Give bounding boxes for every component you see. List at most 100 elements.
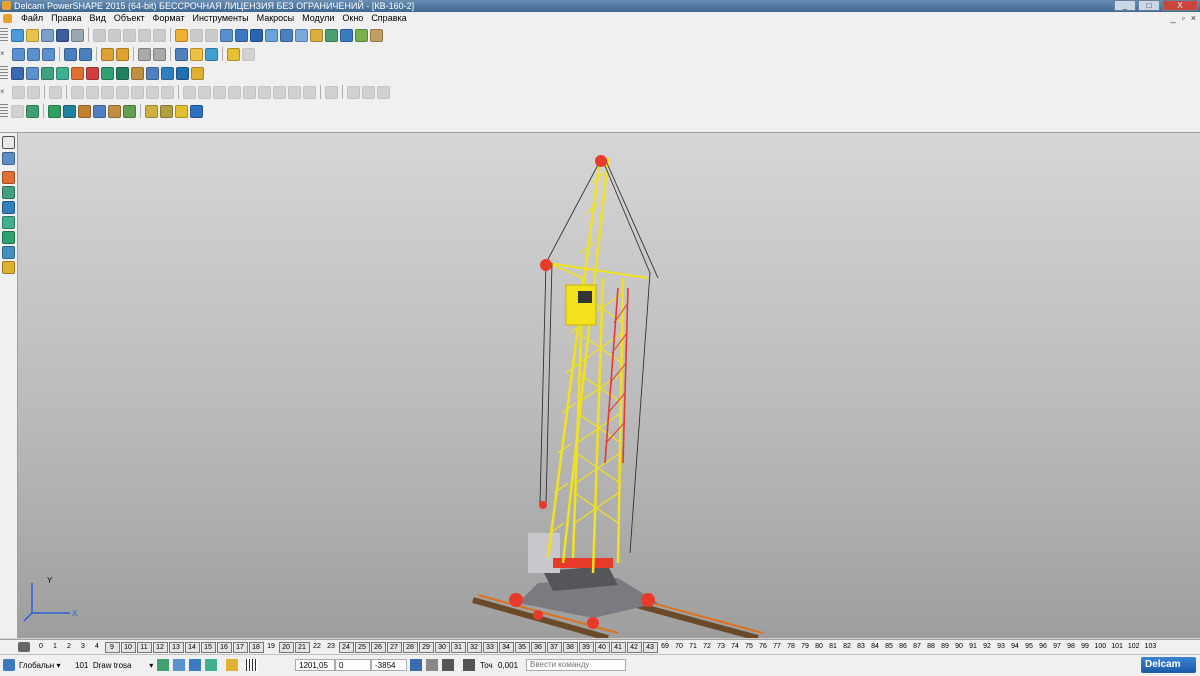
level-tab[interactable]: 40 bbox=[594, 641, 610, 653]
edit-b-icon[interactable] bbox=[27, 85, 40, 99]
level-tab[interactable]: 18 bbox=[248, 641, 264, 653]
level-tab[interactable]: 72 bbox=[701, 642, 714, 653]
graphics-viewport[interactable]: Y X bbox=[18, 133, 1200, 638]
level-tab[interactable]: 17 bbox=[232, 641, 248, 653]
level-icon[interactable] bbox=[11, 66, 24, 80]
coord-x-field[interactable]: 1201,05 bbox=[295, 659, 335, 671]
wireframe-icon[interactable] bbox=[340, 28, 353, 42]
sketch-icon[interactable] bbox=[250, 28, 263, 42]
edit-e-icon[interactable] bbox=[86, 85, 99, 99]
level-tab[interactable]: 41 bbox=[610, 641, 626, 653]
box-icon[interactable] bbox=[131, 66, 144, 80]
line-tool-icon[interactable] bbox=[2, 171, 15, 184]
curve-tool-icon[interactable] bbox=[2, 201, 15, 214]
menu-macros[interactable]: Макросы bbox=[253, 12, 299, 25]
level-tab[interactable]: 79 bbox=[799, 642, 812, 653]
position-icon[interactable] bbox=[442, 659, 454, 671]
snap-solid-icon[interactable] bbox=[205, 659, 217, 671]
mdi-minimize-button[interactable]: _ bbox=[1171, 12, 1176, 25]
rotate-icon[interactable] bbox=[175, 47, 188, 61]
level-tab[interactable]: 81 bbox=[827, 642, 840, 653]
mdi-restore-button[interactable]: ▫ bbox=[1182, 12, 1185, 25]
light-icon[interactable] bbox=[227, 47, 240, 61]
snap-icon[interactable] bbox=[310, 28, 323, 42]
level-tab[interactable]: 102 bbox=[1126, 642, 1142, 653]
print-icon[interactable] bbox=[71, 28, 84, 42]
open-icon[interactable] bbox=[26, 28, 39, 42]
solid-i-icon[interactable] bbox=[145, 104, 158, 118]
minimize-button[interactable]: _ bbox=[1114, 0, 1136, 11]
command-input[interactable] bbox=[526, 659, 626, 671]
level-tab[interactable]: 83 bbox=[855, 642, 868, 653]
shaded-icon[interactable] bbox=[325, 28, 338, 42]
solid-l-icon[interactable] bbox=[190, 104, 203, 118]
menu-file[interactable]: Файл bbox=[17, 12, 47, 25]
level-tab[interactable]: 4 bbox=[91, 642, 104, 653]
level-tab[interactable]: 26 bbox=[370, 641, 386, 653]
wizard-icon[interactable] bbox=[370, 28, 383, 42]
mesh-tool-icon[interactable] bbox=[2, 246, 15, 259]
delete-icon[interactable] bbox=[138, 28, 151, 42]
toolbar-close-icon[interactable]: × bbox=[0, 49, 9, 59]
edit-o-icon[interactable] bbox=[243, 85, 256, 99]
edit-s-icon[interactable] bbox=[303, 85, 316, 99]
level-tab[interactable]: 0 bbox=[35, 642, 48, 653]
menu-view[interactable]: Вид bbox=[86, 12, 110, 25]
level-tab[interactable]: 24 bbox=[338, 641, 354, 653]
level-tab[interactable]: 89 bbox=[939, 642, 952, 653]
level-tab[interactable]: 82 bbox=[841, 642, 854, 653]
level-tab[interactable]: 91 bbox=[967, 642, 980, 653]
level-tab[interactable]: 76 bbox=[757, 642, 770, 653]
edit-j-icon[interactable] bbox=[161, 85, 174, 99]
undo-icon[interactable] bbox=[175, 28, 188, 42]
grid-icon[interactable] bbox=[246, 659, 258, 671]
arc-tool-icon[interactable] bbox=[2, 186, 15, 199]
copy-icon[interactable] bbox=[108, 28, 121, 42]
solid-g-icon[interactable] bbox=[108, 104, 121, 118]
workplane-select[interactable]: Глобальн ▾ bbox=[19, 659, 60, 672]
wire-shade-icon[interactable] bbox=[205, 47, 218, 61]
principal-plane-icon[interactable] bbox=[226, 659, 238, 671]
level-tab[interactable]: 23 bbox=[325, 642, 338, 653]
calculator-icon[interactable] bbox=[426, 659, 438, 671]
solid-b-icon[interactable] bbox=[26, 104, 39, 118]
menu-format[interactable]: Формат bbox=[149, 12, 189, 25]
edit-i-icon[interactable] bbox=[146, 85, 159, 99]
new-icon[interactable] bbox=[11, 28, 24, 42]
level-tab[interactable]: 98 bbox=[1065, 642, 1078, 653]
edit-d-icon[interactable] bbox=[71, 85, 84, 99]
level-tab[interactable]: 75 bbox=[743, 642, 756, 653]
edit-l-icon[interactable] bbox=[198, 85, 211, 99]
level-tab[interactable]: 103 bbox=[1143, 642, 1159, 653]
level-tab[interactable]: 80 bbox=[813, 642, 826, 653]
view-front-icon[interactable] bbox=[27, 47, 40, 61]
level-tab[interactable]: 88 bbox=[925, 642, 938, 653]
edit-r-icon[interactable] bbox=[288, 85, 301, 99]
zoom-in-icon[interactable] bbox=[138, 47, 151, 61]
redo-icon[interactable] bbox=[190, 28, 203, 42]
quick-select-icon[interactable] bbox=[2, 152, 15, 165]
level-tab[interactable]: 39 bbox=[578, 641, 594, 653]
snap-point-icon[interactable] bbox=[157, 659, 169, 671]
tolerance-value[interactable]: 0,001 bbox=[498, 659, 518, 672]
zoom-out-icon[interactable] bbox=[153, 47, 166, 61]
zoom-box-icon[interactable] bbox=[116, 47, 129, 61]
level-tab[interactable]: 101 bbox=[1109, 642, 1125, 653]
cut-icon[interactable] bbox=[93, 28, 106, 42]
solid-f-icon[interactable] bbox=[93, 104, 106, 118]
cursor-icon[interactable] bbox=[235, 28, 248, 42]
layers-icon[interactable] bbox=[146, 66, 159, 80]
ball-icon[interactable] bbox=[86, 66, 99, 80]
level-tab[interactable]: 16 bbox=[216, 641, 232, 653]
solid-h-icon[interactable] bbox=[123, 104, 136, 118]
dimension-tool-icon[interactable] bbox=[2, 261, 15, 274]
surface-tool-icon[interactable] bbox=[2, 216, 15, 229]
toolbar-grip[interactable] bbox=[0, 28, 8, 42]
document-icon[interactable] bbox=[3, 14, 12, 23]
sphere-icon[interactable] bbox=[71, 66, 84, 80]
menu-tools[interactable]: Инструменты bbox=[188, 12, 252, 25]
level-tab[interactable]: 36 bbox=[530, 641, 546, 653]
level-tab[interactable]: 14 bbox=[184, 641, 200, 653]
edit-h-icon[interactable] bbox=[131, 85, 144, 99]
level-tab[interactable]: 35 bbox=[514, 641, 530, 653]
